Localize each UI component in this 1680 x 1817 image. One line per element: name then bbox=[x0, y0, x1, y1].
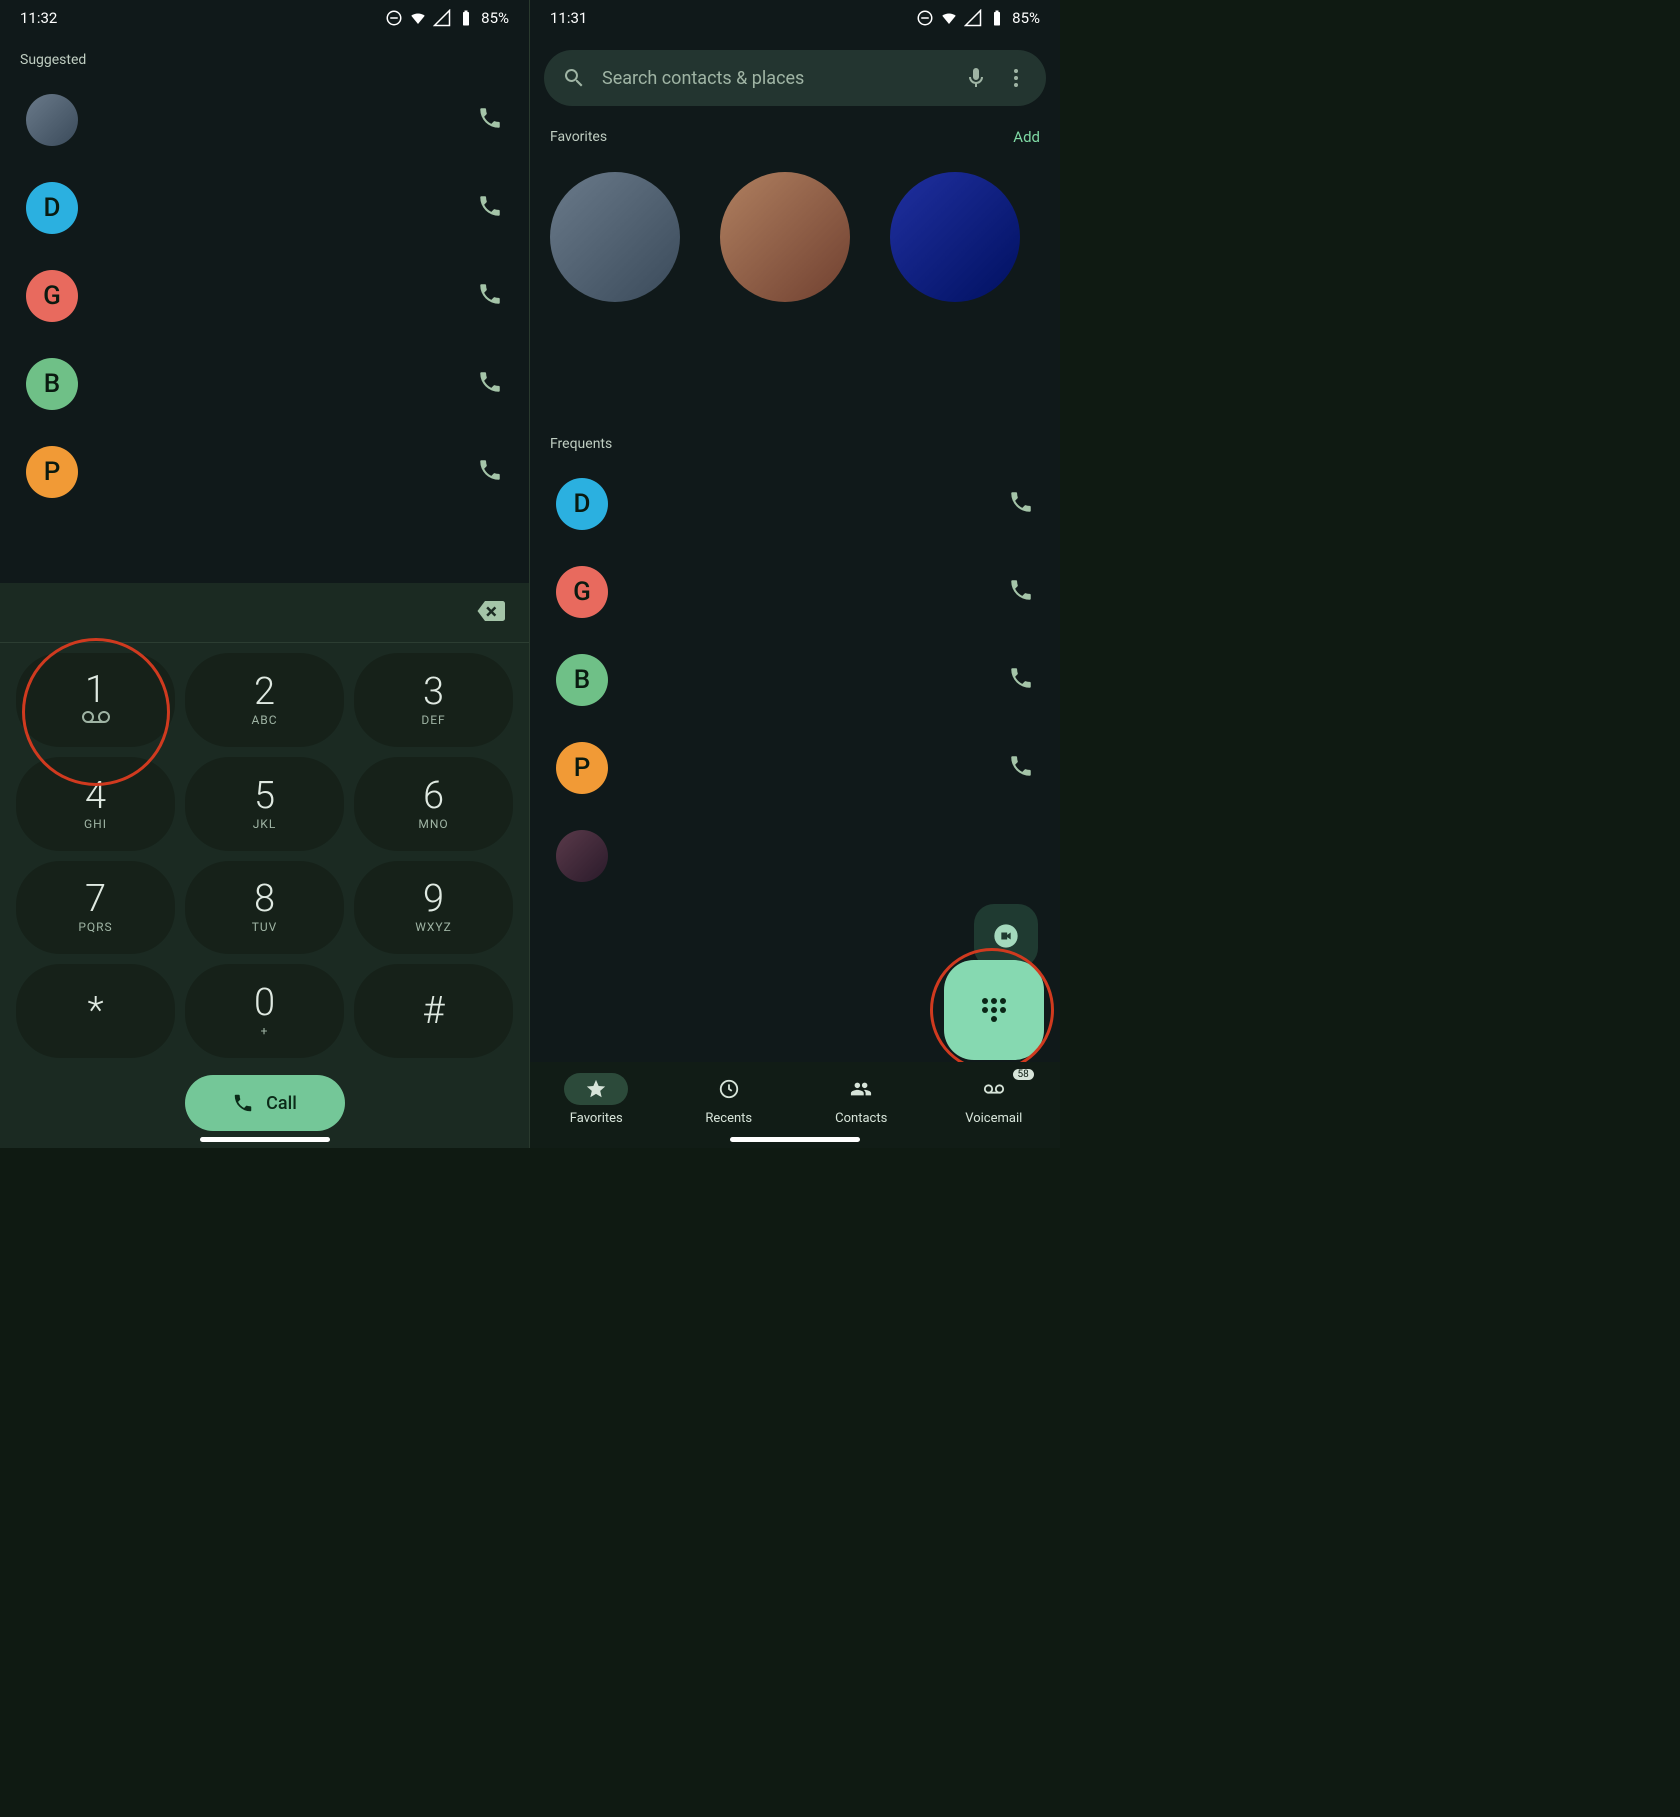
gesture-bar[interactable] bbox=[200, 1137, 330, 1142]
dialpad-key-9[interactable]: 9WXYZ bbox=[354, 861, 513, 955]
wifi-icon bbox=[940, 9, 958, 27]
battery-percent: 85% bbox=[481, 9, 509, 27]
status-time: 11:32 bbox=[20, 9, 57, 27]
call-contact-button[interactable] bbox=[1008, 577, 1034, 607]
contact-avatar bbox=[26, 94, 78, 146]
star-icon bbox=[585, 1078, 607, 1100]
signal-icon bbox=[964, 9, 982, 27]
call-contact-button[interactable] bbox=[1008, 753, 1034, 783]
suggested-contact-row[interactable] bbox=[0, 76, 529, 164]
mic-icon[interactable] bbox=[964, 66, 988, 90]
favorite-contact[interactable] bbox=[550, 172, 680, 302]
call-contact-button[interactable] bbox=[477, 457, 503, 487]
dialpad-key-4[interactable]: 4GHI bbox=[16, 757, 175, 851]
contact-avatar bbox=[556, 830, 608, 882]
status-bar: 11:32 85% bbox=[0, 0, 529, 36]
contact-avatar: B bbox=[556, 654, 608, 706]
frequent-contact-row[interactable] bbox=[530, 812, 1060, 900]
dialpad-key-8[interactable]: 8TUV bbox=[185, 861, 344, 955]
video-call-fab[interactable] bbox=[974, 904, 1038, 968]
suggested-contact-row[interactable]: B bbox=[0, 340, 529, 428]
frequent-contact-row[interactable]: G bbox=[530, 548, 1060, 636]
dialpad-key-1[interactable]: 1 bbox=[16, 653, 175, 747]
phone-icon bbox=[232, 1092, 254, 1114]
dialpad-key-5[interactable]: 5JKL bbox=[185, 757, 344, 851]
nav-favorites[interactable]: Favorites bbox=[564, 1073, 628, 1126]
frequent-contact-row[interactable]: P bbox=[530, 724, 1060, 812]
more-icon[interactable] bbox=[1004, 66, 1028, 90]
contact-avatar: G bbox=[26, 270, 78, 322]
wifi-icon bbox=[409, 9, 427, 27]
suggested-contact-row[interactable]: D bbox=[0, 164, 529, 252]
favorite-contact[interactable] bbox=[890, 172, 1020, 302]
call-button[interactable]: Call bbox=[185, 1075, 345, 1131]
dialpad-key-6[interactable]: 6MNO bbox=[354, 757, 513, 851]
battery-percent: 85% bbox=[1012, 9, 1040, 27]
bottom-nav: Favorites Recents Contacts 58 Voicemail bbox=[530, 1062, 1060, 1148]
search-icon bbox=[562, 66, 586, 90]
call-contact-button[interactable] bbox=[477, 369, 503, 399]
dialer-screen: 11:32 85% Suggested DGBP 12ABC3DEF 4GHI5J… bbox=[0, 0, 530, 1148]
battery-icon bbox=[988, 9, 1006, 27]
favorites-label: Favorites bbox=[550, 129, 607, 145]
frequent-contact-row[interactable]: B bbox=[530, 636, 1060, 724]
gesture-bar[interactable] bbox=[730, 1137, 860, 1142]
status-bar: 11:31 85% bbox=[530, 0, 1060, 36]
dialpad-key-7[interactable]: 7PQRS bbox=[16, 861, 175, 955]
favorite-contact[interactable] bbox=[720, 172, 850, 302]
search-bar[interactable]: Search contacts & places bbox=[544, 50, 1046, 106]
frequents-label: Frequents bbox=[530, 420, 1060, 460]
nav-voicemail[interactable]: 58 Voicemail bbox=[962, 1073, 1026, 1126]
contact-avatar: G bbox=[556, 566, 608, 618]
nav-contacts[interactable]: Contacts bbox=[829, 1073, 893, 1126]
suggested-contact-row[interactable]: P bbox=[0, 428, 529, 516]
dialer-input-row bbox=[0, 583, 529, 643]
dialpad-key-2[interactable]: 2ABC bbox=[185, 653, 344, 747]
contact-avatar: B bbox=[26, 358, 78, 410]
contact-avatar: D bbox=[556, 478, 608, 530]
dnd-icon bbox=[385, 9, 403, 27]
call-contact-button[interactable] bbox=[1008, 489, 1034, 519]
nav-recents[interactable]: Recents bbox=[697, 1073, 761, 1126]
suggested-label: Suggested bbox=[0, 36, 529, 76]
dialer-panel: 12ABC3DEF4GHI5JKL6MNO7PQRS8TUV9WXYZ*0+# … bbox=[0, 583, 529, 1148]
call-contact-button[interactable] bbox=[477, 281, 503, 311]
suggested-contact-row[interactable]: G bbox=[0, 252, 529, 340]
favorites-screen: 11:31 85% Search contacts & places Favor… bbox=[530, 0, 1060, 1148]
frequent-contact-row[interactable]: D bbox=[530, 460, 1060, 548]
dialpad-key-0[interactable]: 0+ bbox=[185, 964, 344, 1058]
signal-icon bbox=[433, 9, 451, 27]
contact-avatar: D bbox=[26, 182, 78, 234]
call-contact-button[interactable] bbox=[477, 193, 503, 223]
backspace-button[interactable] bbox=[475, 596, 505, 630]
call-contact-button[interactable] bbox=[1008, 665, 1034, 695]
dialpad-key-#[interactable]: # bbox=[354, 964, 513, 1058]
battery-icon bbox=[457, 9, 475, 27]
add-favorite-button[interactable]: Add bbox=[1013, 128, 1040, 146]
voicemail-icon bbox=[82, 709, 110, 728]
dnd-icon bbox=[916, 9, 934, 27]
search-placeholder: Search contacts & places bbox=[602, 68, 948, 89]
clock-icon bbox=[718, 1078, 740, 1100]
call-contact-button[interactable] bbox=[477, 105, 503, 135]
dialpad-fab[interactable] bbox=[944, 960, 1044, 1060]
status-time: 11:31 bbox=[550, 9, 587, 27]
people-icon bbox=[850, 1078, 872, 1100]
status-icons: 85% bbox=[916, 9, 1040, 27]
voicemail-icon bbox=[983, 1078, 1005, 1100]
favorites-row bbox=[530, 154, 1060, 320]
status-icons: 85% bbox=[385, 9, 509, 27]
call-label: Call bbox=[266, 1093, 297, 1114]
voicemail-badge: 58 bbox=[1013, 1069, 1034, 1080]
dialpad-key-3[interactable]: 3DEF bbox=[354, 653, 513, 747]
dialpad-key-*[interactable]: * bbox=[16, 964, 175, 1058]
contact-avatar: P bbox=[556, 742, 608, 794]
contact-avatar: P bbox=[26, 446, 78, 498]
